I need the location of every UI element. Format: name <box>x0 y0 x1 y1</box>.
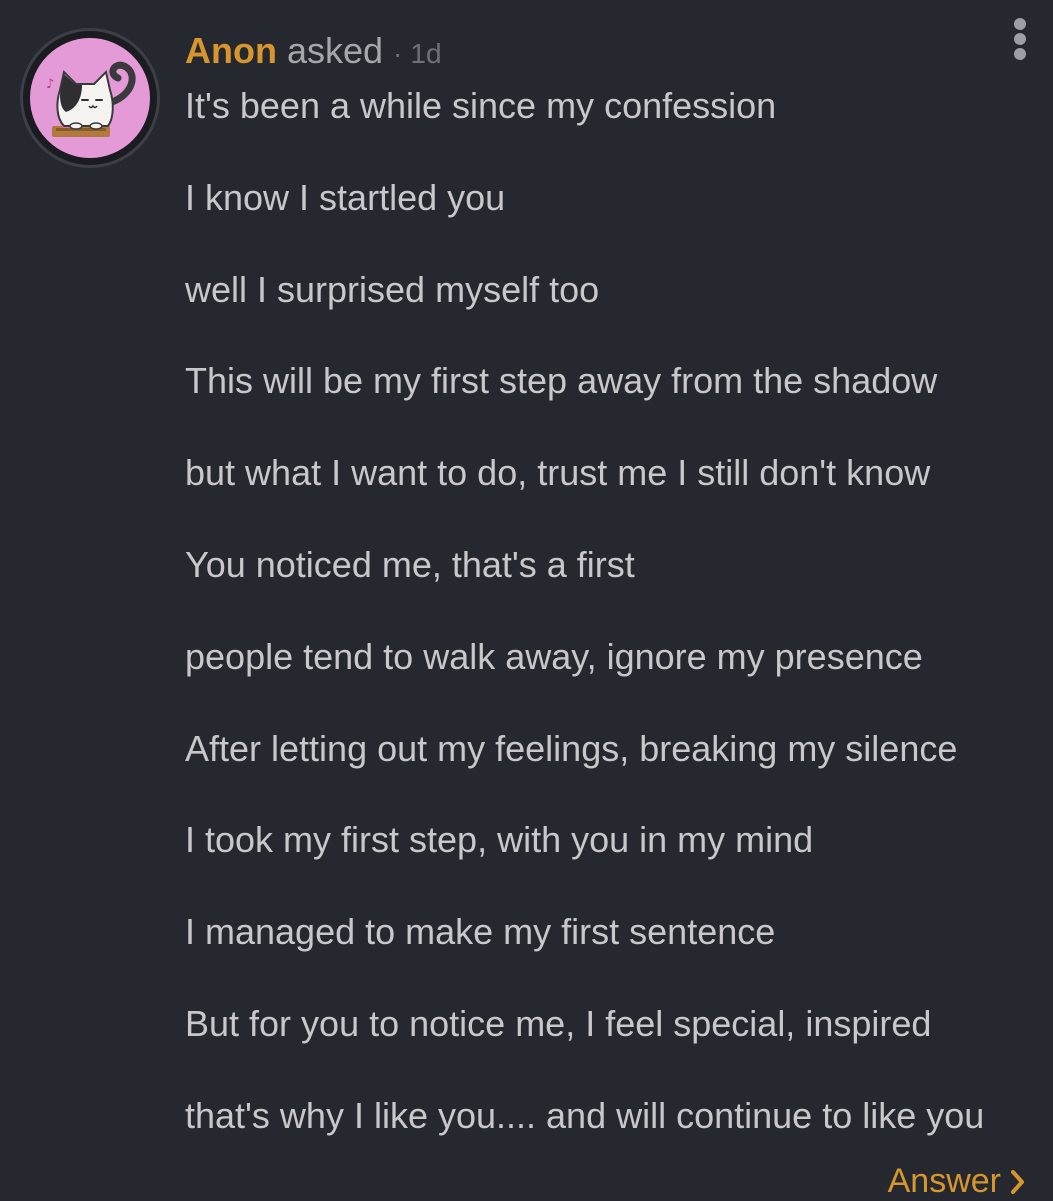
separator-dot: · <box>393 38 403 69</box>
chevron-right-icon <box>1011 1169 1024 1194</box>
menu-dot <box>1014 48 1026 60</box>
message-line: This will be my first step away from the… <box>185 360 938 402</box>
message-line: It's been a while since my confession <box>185 85 777 126</box>
author-name[interactable]: Anon <box>185 30 277 72</box>
menu-dot <box>1014 18 1026 30</box>
message-line: After letting out my feelings, breaking … <box>185 727 958 769</box>
message-line: but what I want to do, trust me I still … <box>185 452 931 494</box>
message-line: people tend to walk away, ignore my pres… <box>185 635 923 677</box>
message-line: well I surprised myself too <box>185 268 600 310</box>
answer-button[interactable]: Answer <box>888 1162 1025 1201</box>
avatar[interactable]: ♪ <box>20 28 160 168</box>
question-card: ♪ Anon asked · 1d It's been a while sinc… <box>0 0 1053 1200</box>
question-header: Anon asked · 1d <box>185 30 442 72</box>
menu-dot <box>1014 33 1026 45</box>
more-vertical-icon[interactable] <box>1009 18 1031 60</box>
message-line: You noticed me, that's a first <box>185 543 635 585</box>
svg-text:♪: ♪ <box>46 77 54 92</box>
question-text: It's been a while since my confession I … <box>185 82 1045 1184</box>
message-line: I know I startled you <box>185 176 506 218</box>
message-line: I managed to make my first sentence <box>185 911 776 953</box>
timestamp: 1d <box>410 38 442 69</box>
message-line: But for you to notice me, I feel special… <box>185 1002 932 1044</box>
message-line: that's why I like you.... and will conti… <box>185 1094 985 1136</box>
answer-label: Answer <box>887 1162 1001 1200</box>
message-line: I took my first step, with you in my min… <box>185 819 814 861</box>
cat-avatar-icon: ♪ <box>30 38 150 158</box>
action-label: asked <box>286 30 384 71</box>
